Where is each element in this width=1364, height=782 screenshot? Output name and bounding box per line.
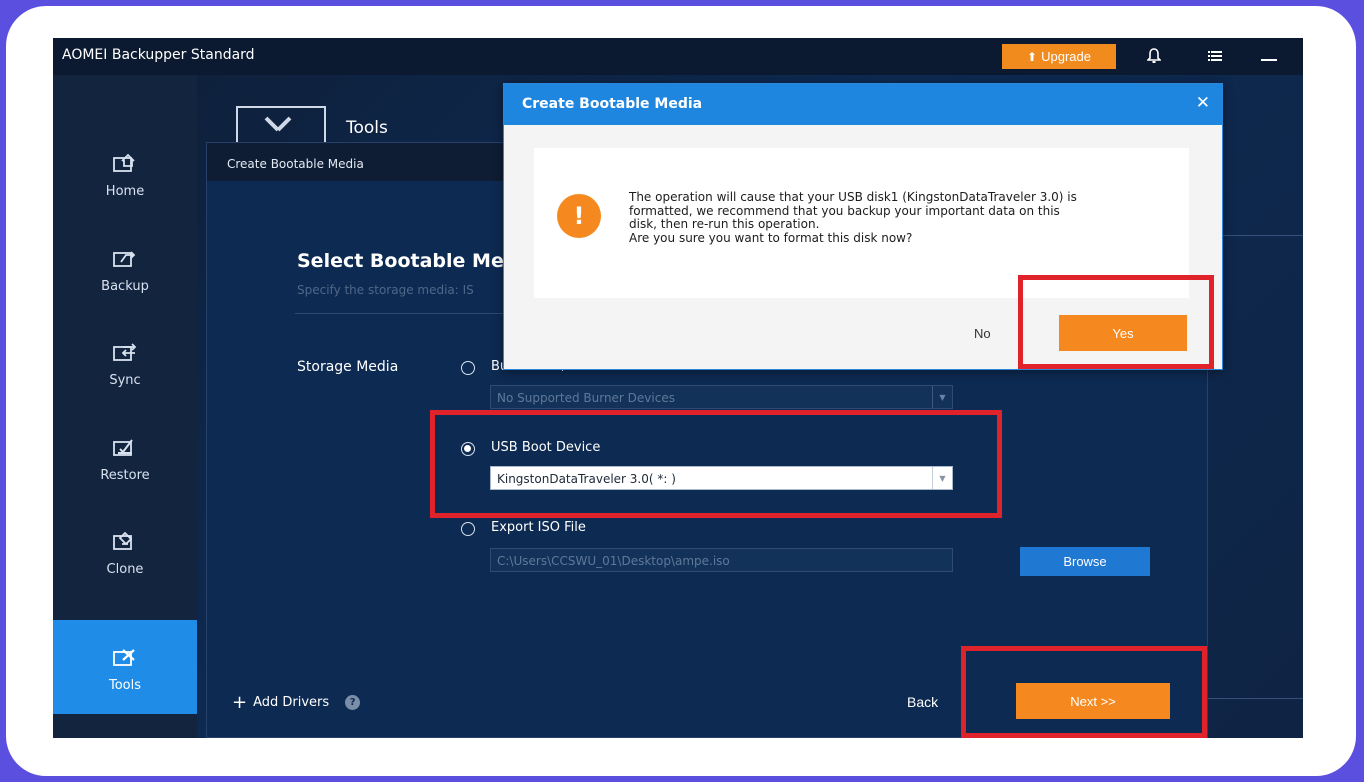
add-drivers-link[interactable]: + Add Drivers ? (232, 691, 361, 713)
sidebar-item-label: Restore (100, 468, 150, 483)
wizard-subtitle: Specify the storage media: IS (297, 283, 474, 297)
sidebar-item-label: Sync (109, 373, 141, 388)
app-window: AOMEI Backupper Standard ⬆ Upgrade Home … (53, 38, 1303, 738)
back-button[interactable]: Back (907, 694, 938, 710)
iso-path-value: C:\Users\CCSWU_01\Desktop\ampe.iso (497, 554, 730, 568)
next-highlight-box (961, 646, 1207, 738)
backup-icon (113, 251, 136, 267)
bell-icon[interactable] (1142, 44, 1166, 68)
chevron-down-icon: ▼ (932, 386, 952, 408)
wizard-heading: Select Bootable Me (297, 250, 504, 272)
no-button[interactable]: No (974, 326, 991, 341)
dialog-header: Create Bootable Media ✕ (504, 84, 1222, 125)
app-title: AOMEI Backupper Standard (62, 47, 255, 63)
sidebar-item-sync[interactable]: Sync (53, 319, 197, 413)
yes-highlight-box (1018, 275, 1214, 369)
add-drivers-label: Add Drivers (253, 695, 330, 710)
sidebar-item-tools[interactable]: Tools (53, 620, 197, 714)
upgrade-arrow-icon: ⬆ (1027, 49, 1038, 64)
clone-icon (113, 531, 133, 550)
burner-device-value: No Supported Burner Devices (497, 391, 675, 405)
plus-icon: + (232, 691, 248, 713)
sidebar-item-home[interactable]: Home (53, 130, 197, 224)
export-iso-radio[interactable] (461, 522, 475, 536)
sidebar-item-backup[interactable]: Backup (53, 225, 197, 319)
restore-icon (113, 439, 133, 456)
help-icon[interactable]: ? (345, 695, 361, 710)
minimize-icon[interactable] (1257, 44, 1281, 68)
burner-device-select[interactable]: No Supported Burner Devices ▼ (490, 385, 953, 409)
tools-header-icon (236, 106, 326, 142)
usb-highlight-box (430, 410, 1002, 518)
sidebar-item-label: Clone (106, 562, 144, 577)
export-iso-label: Export ISO File (491, 520, 586, 535)
sidebar-item-label: Tools (108, 678, 142, 693)
sidebar: Home Backup Sync Restore Clone Tools (53, 75, 197, 738)
iso-path-field[interactable]: C:\Users\CCSWU_01\Desktop\ampe.iso (490, 548, 953, 572)
sidebar-item-restore[interactable]: Restore (53, 414, 197, 508)
title-bar: AOMEI Backupper Standard ⬆ Upgrade (53, 38, 1303, 75)
dialog-title: Create Bootable Media (522, 96, 703, 112)
sync-icon (113, 343, 137, 361)
storage-media-label: Storage Media (297, 359, 399, 375)
upgrade-label: Upgrade (1041, 49, 1091, 64)
upgrade-button[interactable]: ⬆ Upgrade (1002, 44, 1116, 69)
sidebar-item-label: Home (105, 184, 145, 199)
close-icon[interactable]: ✕ (1196, 93, 1210, 113)
sidebar-item-clone[interactable]: Clone (53, 508, 197, 602)
sidebar-item-label: Backup (101, 279, 149, 294)
tools-icon (113, 649, 135, 666)
home-icon (113, 153, 135, 172)
browse-button[interactable]: Browse (1020, 547, 1150, 576)
tools-header-title: Tools (346, 118, 388, 138)
cd-dvd-radio[interactable] (461, 361, 475, 375)
warning-icon: ! (557, 194, 601, 238)
dialog-message: The operation will cause that your USB d… (629, 190, 1077, 245)
divider (1208, 698, 1303, 699)
menu-icon[interactable] (1203, 44, 1227, 68)
